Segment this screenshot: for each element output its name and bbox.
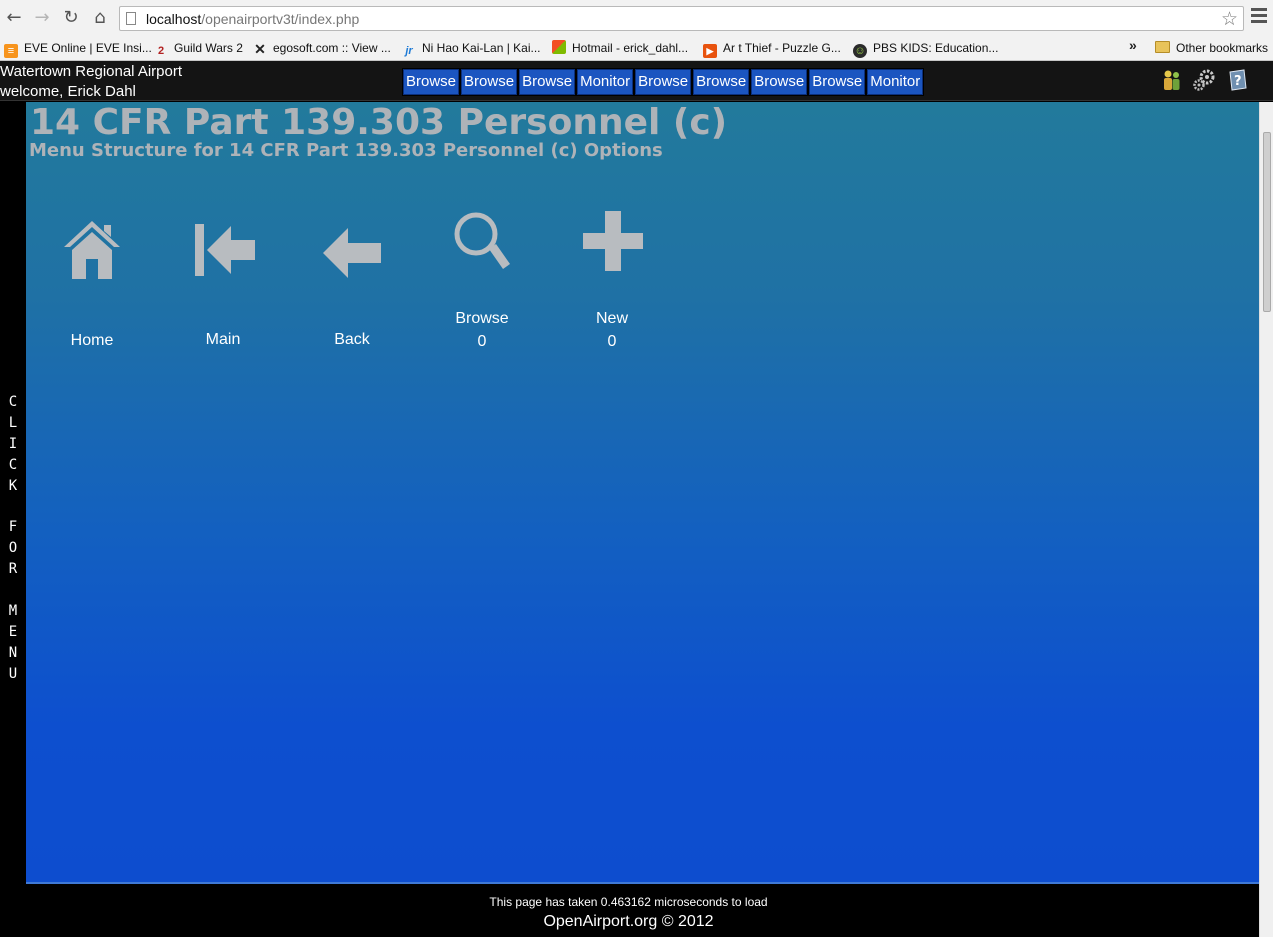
tab-monitor[interactable]: Monitor bbox=[577, 69, 634, 95]
site-name: Watertown Regional Airport bbox=[0, 63, 183, 80]
page-icon bbox=[126, 12, 136, 25]
pbs-icon: ☺ bbox=[853, 44, 867, 58]
first-page-icon bbox=[195, 224, 255, 276]
bookmarks-overflow-button[interactable]: » bbox=[1129, 37, 1137, 53]
app-header: Watertown Regional Airport welcome, Eric… bbox=[0, 61, 1273, 101]
back-arrow-icon bbox=[323, 228, 381, 278]
magnifier-icon bbox=[454, 212, 510, 269]
tile-count: 0 bbox=[607, 333, 617, 350]
tile-label: Browse bbox=[455, 310, 509, 327]
home-icon bbox=[64, 221, 120, 279]
footer: This page has taken 0.463162 microsecond… bbox=[26, 886, 1259, 937]
folder-icon bbox=[1155, 41, 1170, 53]
bookmark-item[interactable]: ☺ PBS KIDS: Education... bbox=[853, 39, 998, 58]
scrollbar-thumb[interactable] bbox=[1263, 132, 1271, 312]
url-host: localhost bbox=[146, 11, 202, 27]
guildwars-icon: 2 bbox=[157, 45, 165, 57]
tile-label: Back bbox=[334, 331, 370, 348]
eve-icon: ≡ bbox=[4, 44, 18, 58]
scrollbar[interactable] bbox=[1259, 102, 1273, 937]
bookmark-item[interactable]: ✕ egosoft.com :: View ... bbox=[253, 39, 391, 58]
plus-icon bbox=[583, 211, 643, 271]
tab-browse[interactable]: Browse bbox=[635, 69, 692, 95]
bookmark-item[interactable]: jr Ni Hao Kai-Lan | Kai... bbox=[402, 39, 540, 58]
tab-browse[interactable]: Browse bbox=[693, 69, 750, 95]
tile-count: 0 bbox=[477, 333, 487, 350]
bookmark-star-icon[interactable]: ☆ bbox=[1221, 8, 1238, 30]
url-path: /openairportv3t/index.php bbox=[201, 11, 360, 27]
forward-arrow-icon[interactable]: → bbox=[31, 7, 53, 29]
back-tile[interactable]: Back bbox=[292, 207, 412, 357]
browser-home-icon[interactable]: ⌂ bbox=[89, 7, 111, 29]
tab-monitor[interactable]: Monitor bbox=[867, 69, 924, 95]
main-content: 14 CFR Part 139.303 Personnel (c) Menu S… bbox=[26, 102, 1259, 884]
tab-browse[interactable]: Browse bbox=[751, 69, 808, 95]
back-arrow-icon[interactable]: ← bbox=[3, 7, 25, 29]
app-window: Watertown Regional Airport welcome, Eric… bbox=[0, 61, 1273, 937]
tile-label: Home bbox=[70, 332, 114, 349]
other-bookmarks[interactable]: Other bookmarks bbox=[1155, 39, 1268, 58]
bookmark-item[interactable]: 2 Guild Wars 2 bbox=[154, 39, 243, 58]
page-subtitle: Menu Structure for 14 CFR Part 139.303 P… bbox=[29, 140, 663, 161]
tab-browse[interactable]: Browse bbox=[403, 69, 460, 95]
gears-icon[interactable] bbox=[1192, 68, 1216, 92]
module-tabs: Browse Browse Browse Monitor Browse Brow… bbox=[402, 68, 925, 96]
nickjr-icon: jr bbox=[405, 45, 413, 57]
tab-browse[interactable]: Browse bbox=[461, 69, 518, 95]
main-tile[interactable]: Main bbox=[163, 207, 283, 357]
help-icon[interactable]: ? bbox=[1226, 68, 1250, 92]
new-tile[interactable]: New 0 bbox=[552, 207, 672, 357]
side-menu-toggle[interactable]: C L I C K F O R M E N U bbox=[0, 102, 26, 884]
browser-toolbar: ← → ↻ ⌂ localhost/openairportv3t/index.p… bbox=[0, 0, 1273, 36]
reload-icon[interactable]: ↻ bbox=[60, 7, 82, 29]
play-icon: ▶ bbox=[703, 44, 717, 58]
tab-browse[interactable]: Browse bbox=[519, 69, 576, 95]
egosoft-icon: ✕ bbox=[254, 41, 266, 57]
page-title: 14 CFR Part 139.303 Personnel (c) bbox=[30, 102, 728, 143]
side-menu-label: C L I C K F O R M E N U bbox=[8, 394, 18, 682]
welcome-text: welcome, Erick Dahl bbox=[0, 83, 136, 100]
tile-label: Main bbox=[205, 331, 241, 348]
load-time-text: This page has taken 0.463162 microsecond… bbox=[489, 895, 768, 909]
browse-tile[interactable]: Browse 0 bbox=[422, 207, 542, 357]
users-icon[interactable] bbox=[1160, 68, 1184, 92]
address-bar[interactable]: localhost/openairportv3t/index.php ☆ bbox=[119, 6, 1244, 31]
tab-browse[interactable]: Browse bbox=[809, 69, 866, 95]
bookmark-item[interactable]: Hotmail - erick_dahl... bbox=[552, 39, 688, 58]
bookmark-item[interactable]: ≡ EVE Online | EVE Insi... bbox=[4, 39, 152, 58]
home-tile[interactable]: Home bbox=[32, 207, 152, 357]
bookmarks-bar: ≡ EVE Online | EVE Insi... 2 Guild Wars 2 … bbox=[0, 36, 1273, 61]
windows-icon bbox=[552, 40, 566, 54]
url-text: localhost/openairportv3t/index.php bbox=[146, 11, 359, 27]
copyright-text: OpenAirport.org © 2012 bbox=[543, 913, 714, 930]
svg-text:?: ? bbox=[1234, 74, 1242, 89]
bookmark-item[interactable]: ▶ Ar t Thief - Puzzle G... bbox=[703, 39, 841, 58]
tile-label: New bbox=[595, 310, 628, 327]
browser-menu-icon[interactable] bbox=[1251, 8, 1267, 28]
